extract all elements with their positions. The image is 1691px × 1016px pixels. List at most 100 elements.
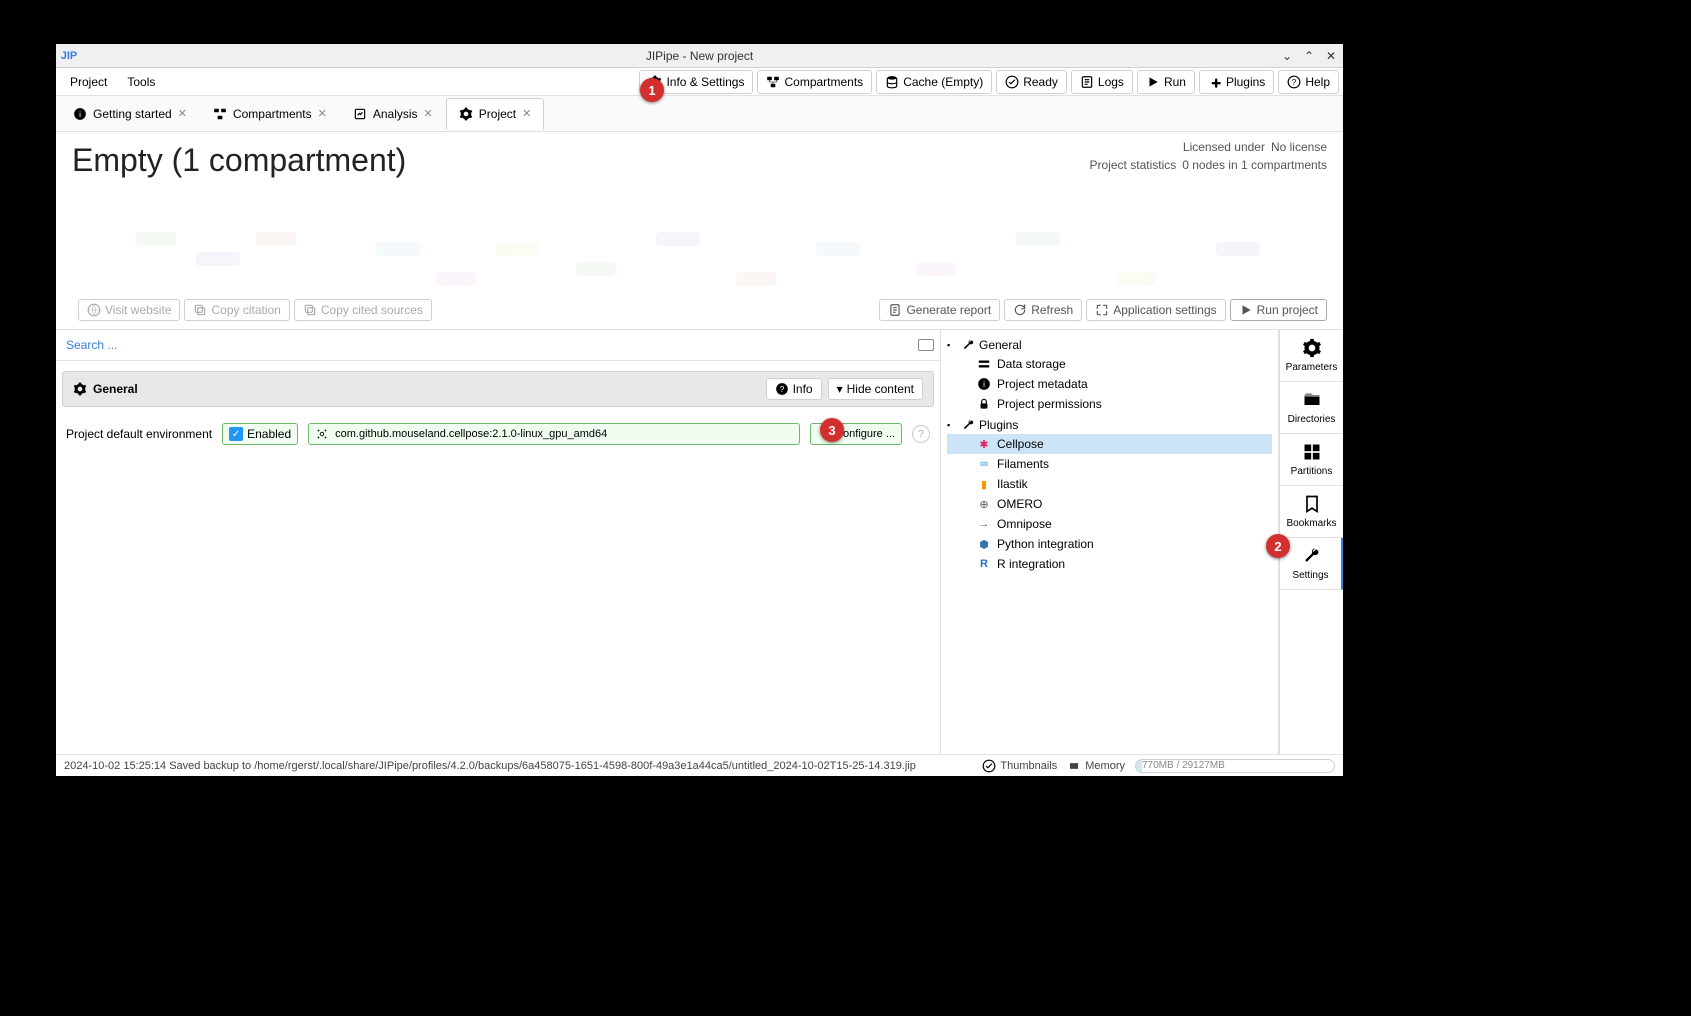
window-title: JIPipe - New project	[646, 49, 753, 63]
tab-analysis[interactable]: Analysis ✕	[340, 98, 446, 130]
tree-item-data-storage[interactable]: Data storage	[947, 354, 1272, 374]
status-message: 2024-10-02 15:25:14 Saved backup to /hom…	[64, 760, 916, 772]
python-icon: ⬢	[977, 537, 991, 551]
field-label: Project default environment	[66, 427, 212, 441]
close-icon[interactable]: ✕	[424, 107, 433, 120]
tree-group-plugins[interactable]: ▪ Plugins	[947, 416, 1272, 434]
tree-item-r[interactable]: R R integration	[947, 554, 1272, 574]
titlebar: JIP JIPipe - New project ⌄ ⌃ ✕	[56, 44, 1343, 68]
wrench-icon	[961, 338, 975, 352]
svg-text:i: i	[79, 109, 81, 118]
run-project-button[interactable]: Run project	[1230, 299, 1327, 321]
tree-label: Project metadata	[997, 377, 1088, 391]
ready-button[interactable]: Ready	[996, 70, 1067, 94]
tab-label: Project	[479, 107, 516, 121]
report-icon	[888, 303, 902, 317]
r-icon: R	[977, 557, 991, 571]
section-title-label: General	[93, 382, 138, 396]
content-area: Empty (1 compartment) Licensed underNo l…	[56, 132, 1343, 754]
tree-item-filaments[interactable]: ∞ Filaments	[947, 454, 1272, 474]
field-default-environment: Project default environment ✓ Enabled co…	[56, 417, 940, 451]
project-meta: Licensed underNo license Project statist…	[1090, 140, 1327, 176]
menu-project[interactable]: Project	[60, 71, 117, 93]
cache-button[interactable]: Cache (Empty)	[876, 70, 992, 94]
tab-getting-started[interactable]: i Getting started ✕	[60, 98, 200, 130]
app-window: JIP JIPipe - New project ⌄ ⌃ ✕ Project T…	[56, 44, 1343, 776]
search-input[interactable]	[62, 334, 918, 356]
enabled-checkbox[interactable]: ✓ Enabled	[222, 423, 298, 445]
ready-label: Ready	[1023, 75, 1058, 89]
tree-item-omero[interactable]: ⊕ OMERO	[947, 494, 1272, 514]
help-icon: ?	[1287, 75, 1301, 89]
copy-cited-label: Copy cited sources	[321, 303, 423, 317]
compartments-label: Compartments	[784, 75, 863, 89]
refresh-label: Refresh	[1031, 303, 1073, 317]
tab-label: Analysis	[373, 107, 418, 121]
tree-label: R integration	[997, 557, 1065, 571]
rtab-partitions[interactable]: Partitions	[1280, 434, 1343, 486]
tree-item-project-permissions[interactable]: Project permissions	[947, 394, 1272, 414]
info-label: Info	[793, 382, 813, 396]
globe-icon	[87, 303, 101, 317]
compartments-button[interactable]: Compartments	[757, 70, 872, 94]
rtab-parameters[interactable]: Parameters	[1280, 330, 1343, 382]
compartments-icon	[213, 107, 227, 121]
thumbnails-label: Thumbnails	[1000, 760, 1057, 772]
generate-report-button[interactable]: Generate report	[879, 299, 1000, 321]
tree-group-general[interactable]: ▪ General	[947, 336, 1272, 354]
close-button[interactable]: ✕	[1323, 48, 1339, 64]
rtab-label: Directories	[1288, 414, 1336, 425]
lock-icon	[977, 397, 991, 411]
clear-search-icon[interactable]	[918, 339, 934, 351]
tree-label: Ilastik	[997, 477, 1028, 491]
tree-item-ilastik[interactable]: ▮ Ilastik	[947, 474, 1272, 494]
rtab-directories[interactable]: Directories	[1280, 382, 1343, 434]
rtab-label: Bookmarks	[1286, 518, 1336, 529]
close-icon[interactable]: ✕	[178, 107, 187, 120]
memory-bar[interactable]: 770MB / 29127MB	[1135, 759, 1335, 773]
thumbnails-status[interactable]: Thumbnails	[982, 759, 1057, 773]
callout-3: 3	[820, 418, 844, 442]
info-button[interactable]: ? Info	[766, 378, 822, 400]
menubar: Project Tools Info & Settings Compartmen…	[56, 68, 1343, 96]
run-label: Run	[1164, 75, 1186, 89]
memory-value: 770MB / 29127MB	[1142, 760, 1225, 771]
help-button[interactable]: ? Help	[1278, 70, 1339, 94]
minimize-button[interactable]: ⌄	[1279, 48, 1295, 64]
omero-icon: ⊕	[977, 497, 991, 511]
gear-icon	[73, 382, 87, 396]
rtab-bookmarks[interactable]: Bookmarks	[1280, 486, 1343, 538]
field-help-button[interactable]: ?	[912, 425, 930, 443]
tree-item-omnipose[interactable]: → Omnipose	[947, 514, 1272, 534]
info-icon: i	[977, 377, 991, 391]
close-icon[interactable]: ✕	[318, 107, 327, 120]
tree-label: General	[979, 338, 1022, 352]
play-icon	[1146, 75, 1160, 89]
tree-item-cellpose[interactable]: ✱ Cellpose	[947, 434, 1272, 454]
app-settings-button[interactable]: Application settings	[1086, 299, 1225, 321]
stats-value: 0 nodes in 1 compartments	[1182, 158, 1327, 172]
plugins-button[interactable]: Plugins	[1199, 70, 1274, 94]
cache-label: Cache (Empty)	[903, 75, 983, 89]
memory-label: Memory	[1085, 760, 1125, 772]
visit-website-button[interactable]: Visit website	[78, 299, 180, 321]
cellpose-icon: ✱	[977, 437, 991, 451]
tree-item-project-metadata[interactable]: i Project metadata	[947, 374, 1272, 394]
close-icon[interactable]: ✕	[522, 107, 531, 120]
tree-label: Data storage	[997, 357, 1066, 371]
hide-content-button[interactable]: ▾ Hide content	[828, 378, 923, 400]
tab-compartments[interactable]: Compartments ✕	[200, 98, 340, 130]
memory-icon	[1067, 759, 1081, 773]
tab-project[interactable]: Project ✕	[446, 98, 545, 130]
logs-button[interactable]: Logs	[1071, 70, 1133, 94]
tree-label: OMERO	[997, 497, 1042, 511]
menu-tools[interactable]: Tools	[117, 71, 165, 93]
storage-icon	[977, 357, 991, 371]
refresh-button[interactable]: Refresh	[1004, 299, 1082, 321]
copy-cited-button[interactable]: Copy cited sources	[294, 299, 432, 321]
copy-citation-button[interactable]: Copy citation	[184, 299, 289, 321]
run-button[interactable]: Run	[1137, 70, 1195, 94]
maximize-button[interactable]: ⌃	[1301, 48, 1317, 64]
tree-item-python[interactable]: ⬢ Python integration	[947, 534, 1272, 554]
logs-label: Logs	[1098, 75, 1124, 89]
